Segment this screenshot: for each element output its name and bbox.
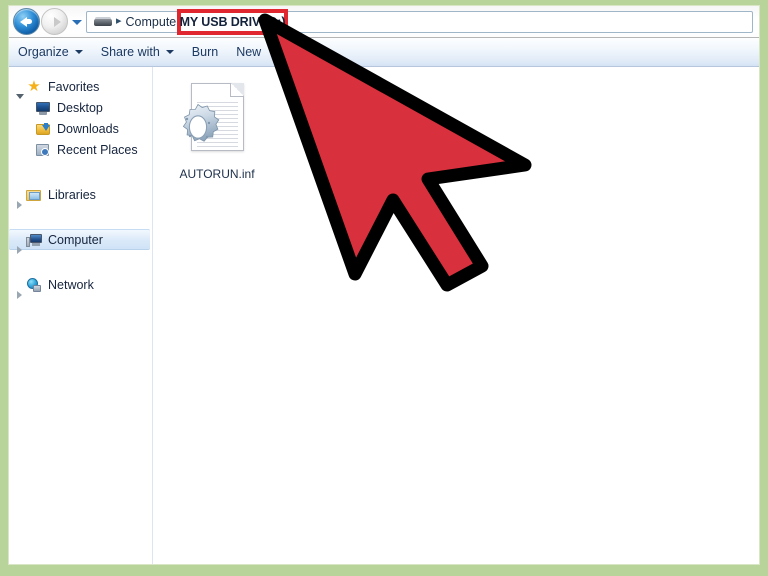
file-item-myusbdr-label: myusbdr: [313, 167, 360, 181]
breadcrumb-item-usb-drive-highlight[interactable]: MY USB DRIV (G:): [177, 9, 288, 35]
sidebar-item-downloads[interactable]: Downloads: [9, 118, 152, 139]
usb-drive-icon: [289, 81, 385, 163]
breadcrumb-item-computer[interactable]: Computer: [126, 15, 181, 29]
sidebar-item-network[interactable]: Network: [9, 274, 152, 299]
address-bar: ▸ Computer ▸ MY USB DRIV (G:): [9, 6, 759, 38]
sidebar-item-computer[interactable]: Computer: [9, 229, 150, 254]
command-toolbar: Organize Share with Burn New: [9, 38, 759, 67]
caret-down-icon: [74, 50, 83, 54]
file-item-autorun-label: AUTORUN.inf: [179, 167, 255, 181]
file-item-myusbdr[interactable]: myusbdr: [289, 81, 385, 181]
file-grid: AUTORUN.inf myusbdr: [169, 81, 759, 181]
sidebar-item-downloads-label: Downloads: [57, 121, 119, 136]
file-item-autorun[interactable]: AUTORUN.inf: [169, 81, 265, 181]
toolbar-item-share-with-label: Share with: [100, 45, 160, 59]
sidebar-item-favorites[interactable]: ★ Favorites: [9, 76, 152, 99]
breadcrumb-separator-0: ▸: [116, 15, 122, 27]
explorer-window: ▸ Computer ▸ MY USB DRIV (G:) Organize S…: [8, 5, 760, 565]
desktop-icon: [35, 100, 51, 116]
file-list-pane[interactable]: AUTORUN.inf myusbdr: [153, 67, 759, 564]
sidebar-item-desktop[interactable]: Desktop: [9, 97, 152, 118]
forward-arrow-icon[interactable]: [41, 8, 68, 35]
toolbar-item-share-with[interactable]: Share with: [92, 38, 183, 66]
sidebar-item-recent-places-label: Recent Places: [57, 142, 138, 157]
toolbar-item-new[interactable]: New: [227, 38, 270, 66]
back-arrow-icon[interactable]: [13, 8, 40, 35]
toolbar-item-organize-label: Organize: [18, 45, 69, 59]
breadcrumb-item-usb-drive-label: MY USB DRIV (G:): [179, 15, 286, 29]
sidebar-item-network-label: Network: [48, 277, 94, 292]
sidebar-item-desktop-label: Desktop: [57, 100, 103, 115]
gear-icon: [182, 103, 220, 142]
downloads-folder-icon: [35, 121, 51, 137]
toolbar-item-burn[interactable]: Burn: [183, 38, 227, 66]
computer-icon: [26, 232, 42, 248]
chevron-down-icon[interactable]: [71, 11, 83, 33]
sidebar-item-recent-places[interactable]: Recent Places: [9, 139, 152, 160]
drive-icon: [94, 16, 112, 27]
screenshot-root: ▸ Computer ▸ MY USB DRIV (G:) Organize S…: [0, 0, 768, 576]
network-icon: [26, 277, 42, 293]
recent-places-icon: [35, 142, 51, 158]
toolbar-item-burn-label: Burn: [191, 45, 219, 59]
navigation-pane: ★ Favorites Desktop Downloads Recent Pla…: [9, 67, 153, 564]
window-body: ★ Favorites Desktop Downloads Recent Pla…: [9, 67, 759, 564]
star-icon: ★: [27, 77, 41, 95]
toolbar-item-new-label: New: [236, 45, 262, 59]
sidebar-item-favorites-label: Favorites: [48, 79, 100, 94]
libraries-icon: [26, 187, 42, 203]
sidebar-item-computer-label: Computer: [48, 232, 103, 247]
sidebar-item-libraries-label: Libraries: [48, 187, 96, 202]
sidebar-item-libraries[interactable]: Libraries: [9, 184, 152, 209]
inf-document-gear-icon: [169, 81, 265, 163]
toolbar-item-organize[interactable]: Organize: [9, 38, 92, 66]
caret-down-icon: [165, 50, 174, 54]
